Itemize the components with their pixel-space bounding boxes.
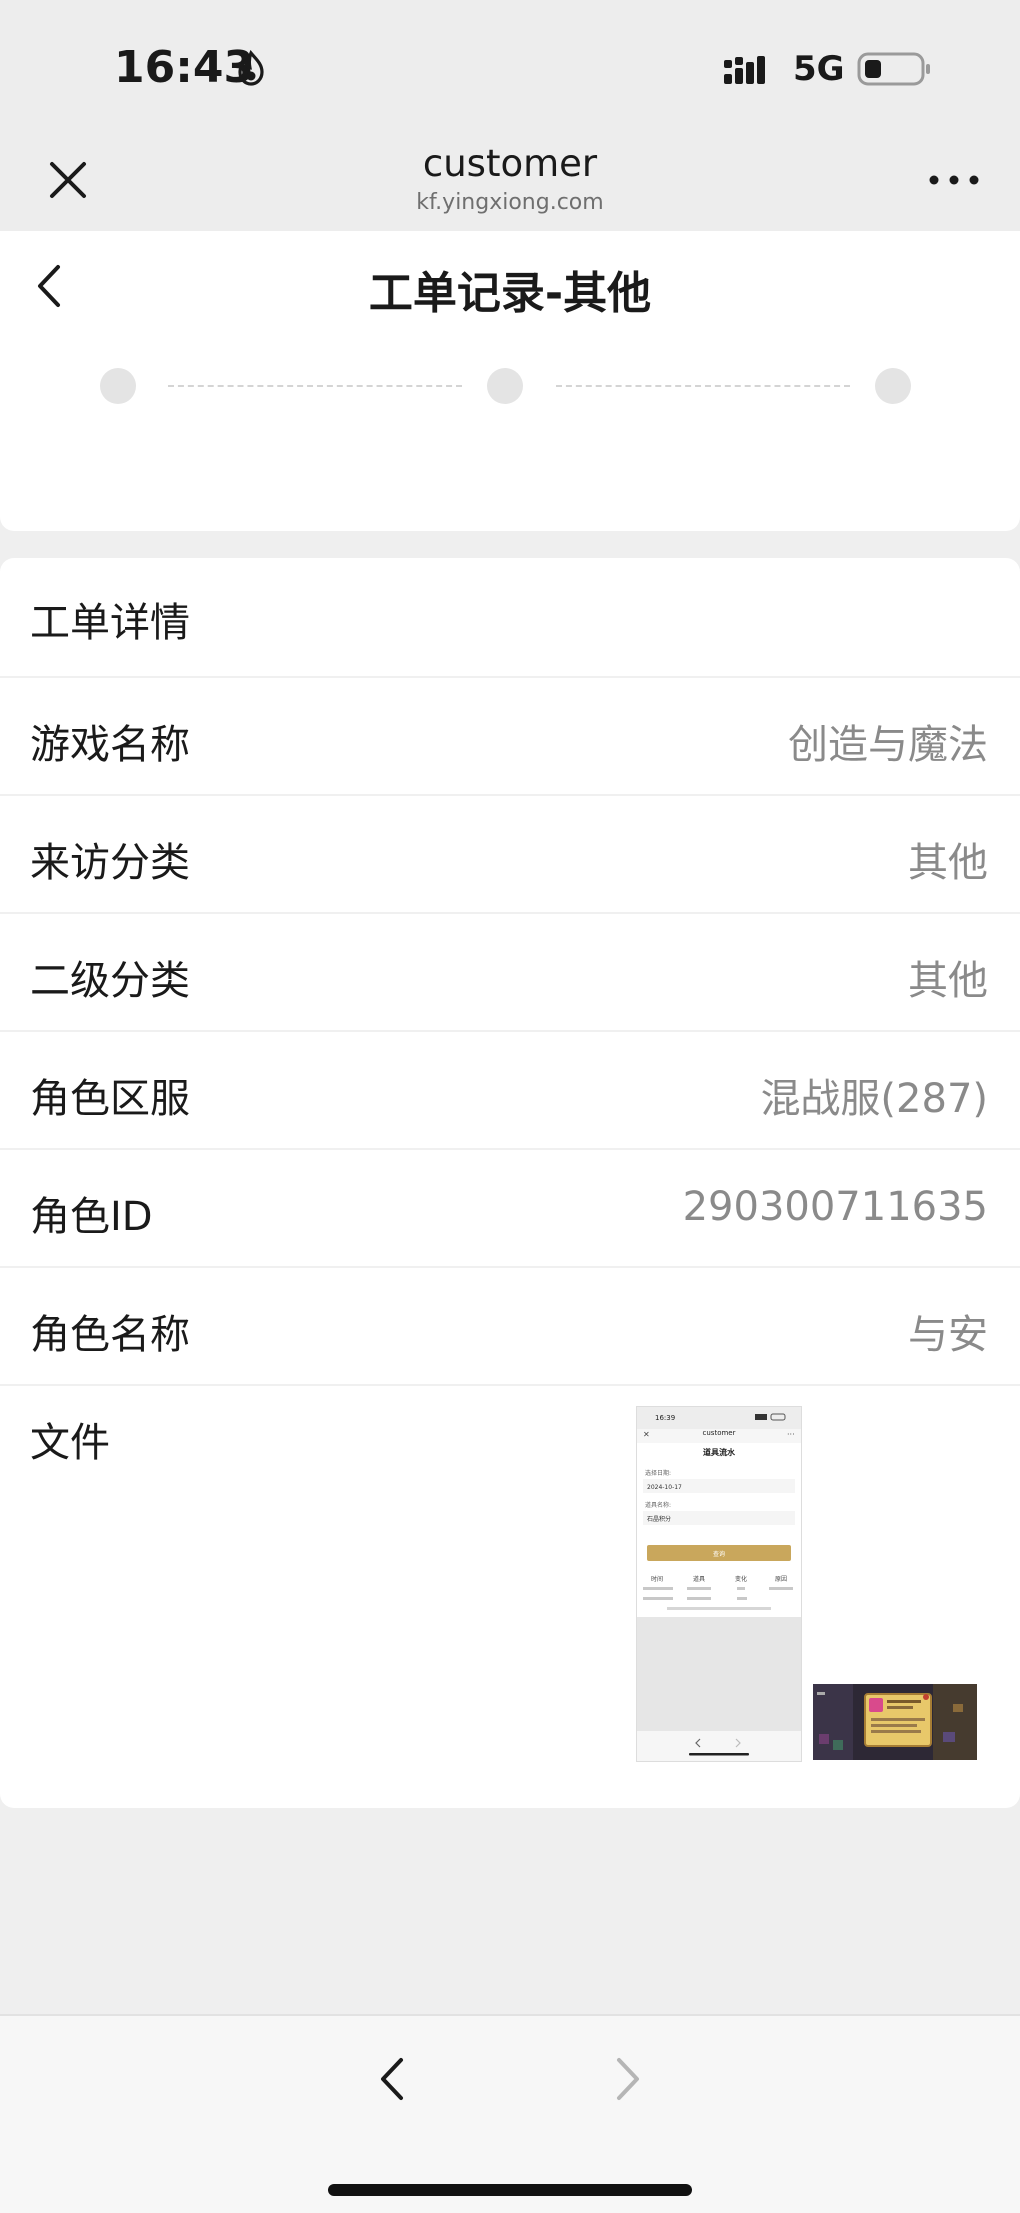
step-dot-3 [875, 368, 911, 404]
more-icon[interactable] [928, 172, 980, 188]
status-time: 16:43 [114, 42, 255, 93]
thumb-col-3: 原因 [775, 1576, 787, 1583]
nav-back-icon[interactable] [374, 2052, 408, 2106]
detail-label: 角色名称 [30, 1312, 190, 1358]
flame-icon [238, 50, 264, 86]
details-header: 工单详情 [0, 558, 1020, 678]
thumb-title: customer [703, 1429, 736, 1437]
signal-icon [724, 56, 765, 84]
svg-text:✕: ✕ [643, 1430, 650, 1439]
thumb-button: 查询 [713, 1550, 725, 1558]
nav-forward-icon[interactable] [612, 2052, 646, 2106]
detail-row-server: 角色区服 混战服(287) [0, 1030, 1020, 1150]
ticket-details-card: 工单详情 游戏名称 创造与魔法 来访分类 其他 二级分类 其他 角色区服 混战服… [0, 558, 1020, 1808]
detail-row-role-name: 角色名称 与安 [0, 1266, 1020, 1386]
detail-value: 与安 [908, 1312, 988, 1358]
step-dot-2 [487, 368, 523, 404]
battery-icon [857, 52, 930, 86]
screenshot-preview: 16:39 customer ✕ ··· 道具流水 选择日期: 2024-10-… [637, 1407, 801, 1761]
detail-row-visit-category: 来访分类 其他 [0, 794, 1020, 914]
step-connector-1 [168, 385, 462, 387]
detail-row-role-id: 角色ID 290300711635 [0, 1148, 1020, 1268]
home-indicator[interactable] [328, 2184, 692, 2196]
detail-label: 角色ID [30, 1194, 153, 1240]
svg-text:···: ··· [787, 1430, 795, 1439]
detail-row-sub-category: 二级分类 其他 [0, 912, 1020, 1032]
detail-label: 来访分类 [30, 840, 190, 886]
thumb-field2-label: 道具名称: [645, 1501, 671, 1509]
status-bar: 16:43 5G [0, 0, 1020, 130]
detail-label: 二级分类 [30, 958, 190, 1004]
section-title: 工单详情 [30, 600, 190, 646]
thumb-field2-value: 石晶积分 [647, 1515, 671, 1523]
page-header: 工单记录-其他 [0, 231, 1020, 341]
thumb-col-0: 时间 [651, 1575, 663, 1583]
thumb-field1-label: 选择日期: [645, 1469, 671, 1477]
detail-value: 其他 [908, 840, 988, 886]
thumb-col-2: 变化 [735, 1575, 747, 1583]
page-title: 工单记录-其他 [368, 268, 652, 319]
detail-label: 游戏名称 [30, 722, 190, 768]
browser-header: customer kf.yingxiong.com [0, 130, 1020, 231]
detail-value: 290300711635 [682, 1184, 988, 1230]
thumb-field1-value: 2024-10-17 [647, 1484, 682, 1491]
thumb-page-title: 道具流水 [703, 1447, 736, 1457]
detail-label: 角色区服 [30, 1076, 190, 1122]
step-dot-1 [100, 368, 136, 404]
detail-value: 创造与魔法 [788, 722, 988, 768]
network-type: 5G [793, 49, 845, 89]
game-screenshot-preview [813, 1684, 977, 1760]
file-label: 文件 [30, 1420, 110, 1466]
detail-value: 其他 [908, 958, 988, 1004]
attachment-thumbnail-2[interactable] [813, 1684, 977, 1760]
browser-url: kf.yingxiong.com [416, 190, 604, 215]
thumb-time: 16:39 [655, 1414, 675, 1422]
browser-title: customer [422, 142, 598, 185]
bottom-nav [0, 2014, 1020, 2213]
step-connector-2 [556, 385, 850, 387]
attachment-thumbnail-1[interactable]: 16:39 customer ✕ ··· 道具流水 选择日期: 2024-10-… [636, 1406, 802, 1762]
detail-row-game-name: 游戏名称 创造与魔法 [0, 676, 1020, 796]
progress-steps [0, 341, 1020, 531]
thumb-col-1: 道具 [693, 1575, 705, 1583]
detail-value: 混战服(287) [760, 1076, 988, 1122]
